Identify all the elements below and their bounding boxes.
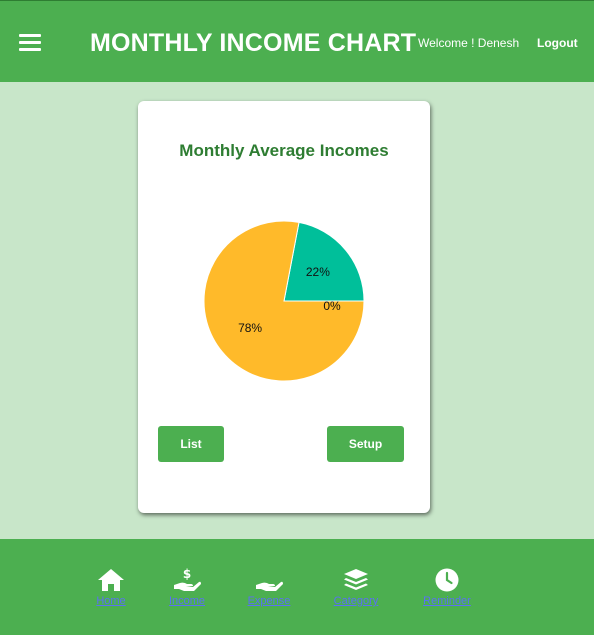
pie-slice-label: 22% (306, 265, 330, 279)
pie-chart: 22% 0% 78% (203, 220, 365, 382)
nav-item-category[interactable]: Category (321, 567, 391, 607)
setup-button[interactable]: Setup (327, 426, 404, 462)
nav-label-income: Income (168, 595, 206, 607)
nav-item-income[interactable]: $ Income (152, 567, 222, 607)
welcome-text: Welcome ! Denesh (418, 36, 520, 50)
nav-item-home[interactable]: Home (76, 567, 146, 607)
nav-label-home: Home (96, 595, 126, 607)
app-title: MONTHLY INCOME CHART (90, 29, 417, 57)
nav-item-expense[interactable]: Expense (234, 567, 304, 607)
nav-label-category: Category (333, 595, 379, 607)
list-button[interactable]: List (158, 426, 224, 462)
pie-slice-label: 78% (238, 321, 262, 335)
nav-label-reminder: Reminder (423, 595, 471, 607)
chart-card: Monthly Average Incomes 22% 0% 78% List Se… (138, 101, 430, 513)
nav-item-reminder[interactable]: Reminder (412, 567, 482, 607)
clock-icon (435, 568, 459, 592)
nav-label-expense: Expense (247, 595, 291, 607)
category-icon (344, 569, 368, 590)
chart-title: Monthly Average Incomes (179, 141, 389, 160)
menu-icon[interactable] (19, 32, 41, 52)
home-icon (98, 569, 124, 591)
svg-text:$: $ (183, 567, 191, 581)
app-header: MONTHLY INCOME CHART Welcome ! Denesh Lo… (0, 0, 594, 82)
bottom-nav: Home $ Income Expense Category Reminder (0, 539, 594, 635)
income-icon: $ (174, 567, 201, 591)
expense-icon (256, 581, 283, 591)
logout-link[interactable]: Logout (537, 36, 578, 50)
pie-slice-label: 0% (323, 299, 341, 313)
